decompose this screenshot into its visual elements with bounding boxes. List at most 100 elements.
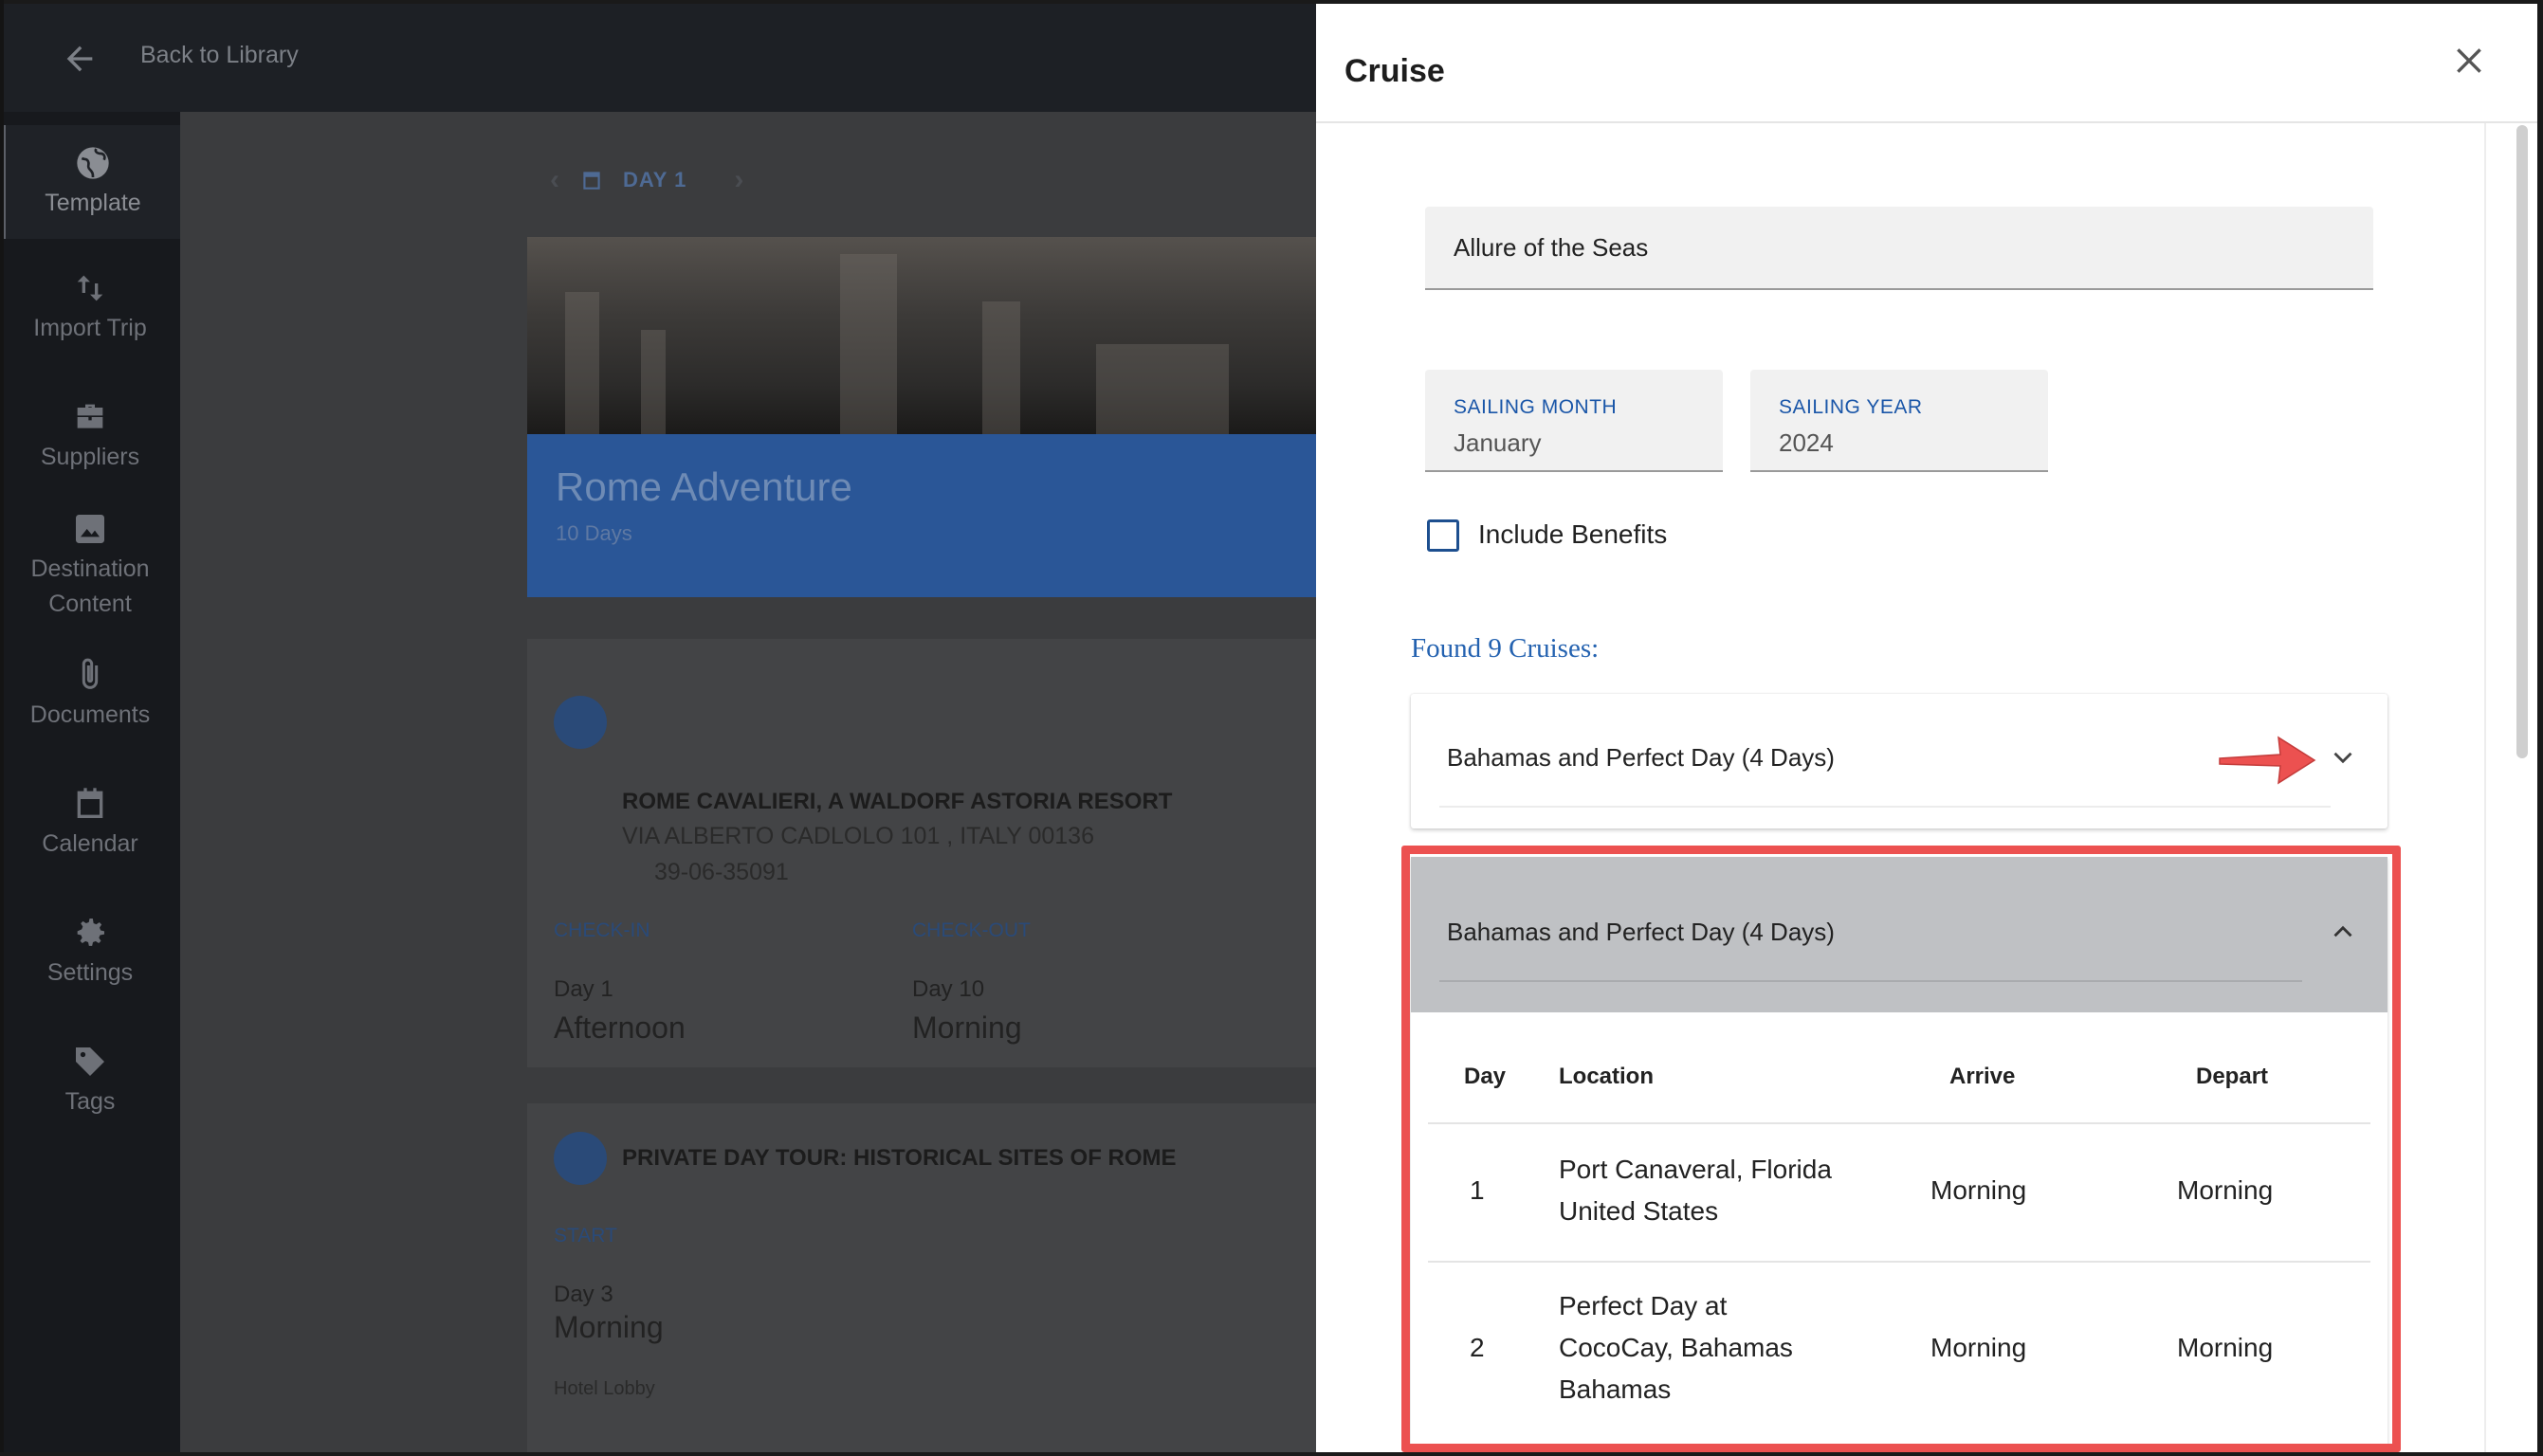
bed-icon	[554, 696, 607, 749]
top-bar: Back to Library	[0, 0, 1316, 112]
tour-name: PRIVATE DAY TOUR: HISTORICAL SITES OF RO…	[622, 1145, 1177, 1171]
column-header-arrive: Arrive	[1949, 1064, 2016, 1089]
sidebar-item-label: Import Trip	[33, 315, 147, 341]
window-edge	[2537, 0, 2543, 1456]
day-navigator: ‹ DAY 1 ›	[550, 161, 744, 199]
ship-name-value: Allure of the Seas	[1454, 233, 1649, 262]
column-header-location: Location	[1559, 1064, 1654, 1089]
sidebar: Template Import Trip Suppliers Destinati…	[0, 112, 180, 1456]
back-arrow-icon[interactable]	[61, 40, 99, 78]
briefcase-icon	[77, 404, 103, 428]
checkout-day: Day 10	[912, 976, 985, 1002]
close-icon[interactable]	[2450, 42, 2488, 80]
divider	[1439, 806, 2331, 808]
sidebar-item-label: Content	[48, 591, 132, 617]
chevron-up-icon[interactable]	[2327, 916, 2359, 948]
checkout-label: CHECK-OUT	[912, 919, 1031, 941]
cell-arrive: Morning	[1930, 1333, 2027, 1362]
sailing-year-select[interactable]: SAILING YEAR 2024	[1750, 370, 2048, 472]
column-header-depart: Depart	[2196, 1064, 2269, 1089]
tour-card[interactable]: PRIVATE DAY TOUR: HISTORICAL SITES OF RO…	[527, 1103, 1316, 1456]
day-label[interactable]: DAY 1	[623, 168, 686, 192]
trip-title: Rome Adventure	[556, 464, 852, 509]
sidebar-item-label: Calendar	[42, 830, 138, 857]
window-edge	[0, 1452, 2543, 1456]
table-divider	[1428, 1261, 2370, 1263]
sidebar-item-label: Settings	[46, 959, 134, 986]
column-header-day: Day	[1464, 1064, 1507, 1089]
calendar-icon	[583, 172, 600, 190]
start-day: Day 3	[554, 1282, 613, 1307]
cell-location: Bahamas	[1559, 1374, 1672, 1404]
cruise-accordion-collapsed[interactable]: Bahamas and Perfect Day (4 Days)	[1411, 694, 2387, 828]
import-arrows-icon	[77, 275, 103, 301]
paperclip-icon	[82, 658, 99, 689]
checkin-day: Day 1	[554, 976, 613, 1002]
scrollbar-thumb[interactable]	[2516, 125, 2528, 758]
cruise-drawer: Cruise Allure of the Seas SAILING MONTH …	[1316, 0, 2543, 1456]
chevron-right-icon[interactable]: ›	[734, 164, 744, 196]
cell-depart: Morning	[2177, 1333, 2274, 1362]
gear-icon	[77, 919, 104, 946]
drawer-title: Cruise	[1345, 53, 1445, 89]
include-benefits-label[interactable]: Include Benefits	[1478, 519, 1667, 550]
cruise-accordion-header[interactable]: Bahamas and Perfect Day (4 Days)	[1411, 857, 2387, 1012]
globe-icon	[554, 1132, 607, 1185]
sidebar-item-suppliers[interactable]: Suppliers	[0, 398, 180, 475]
sidebar-item-label: Destination	[30, 555, 150, 582]
checkin-label: CHECK-IN	[554, 919, 650, 941]
sailing-month-label: SAILING MONTH	[1454, 396, 1618, 418]
sidebar-item-documents[interactable]: Documents	[0, 656, 180, 733]
include-benefits-checkbox[interactable]	[1427, 519, 1459, 552]
hotel-address: VIA ALBERTO CADLOLO 101 , ITALY 00136	[622, 823, 1094, 849]
cruise-accordion-title: Bahamas and Perfect Day (4 Days)	[1447, 743, 1835, 772]
sidebar-item-label: Tags	[64, 1088, 116, 1115]
sidebar-item-label: Documents	[29, 701, 151, 728]
cell-day: 1	[1470, 1175, 1485, 1205]
table-divider	[1428, 1122, 2370, 1124]
cruise-accordion-expanded: Bahamas and Perfect Day (4 Days) Day Loc…	[1411, 857, 2387, 1456]
cell-location: CocoCay, Bahamas	[1559, 1333, 1793, 1362]
chevron-left-icon[interactable]: ‹	[550, 164, 560, 196]
sailing-year-label: SAILING YEAR	[1779, 396, 1923, 418]
chevron-down-icon[interactable]	[2327, 741, 2359, 774]
image-icon	[76, 515, 104, 543]
checkout-time: Morning	[912, 1010, 1022, 1045]
back-to-library-link[interactable]: Back to Library	[140, 42, 299, 69]
cruise-accordion-title: Bahamas and Perfect Day (4 Days)	[1447, 918, 1835, 946]
checkin-time: Afternoon	[554, 1010, 686, 1045]
trip-duration: 10 Days	[556, 521, 632, 545]
sidebar-item-import-trip[interactable]: Import Trip	[0, 269, 180, 346]
sailing-month-value: January	[1454, 428, 1542, 457]
divider	[1439, 980, 2302, 982]
sidebar-item-label: Template	[45, 190, 141, 216]
tour-location: Hotel Lobby	[554, 1378, 655, 1399]
cell-depart: Morning	[2177, 1175, 2274, 1205]
window-edge	[0, 0, 4, 1456]
start-time: Morning	[554, 1310, 664, 1344]
hotel-card[interactable]: ROME CAVALIERI, A WALDORF ASTORIA RESORT…	[527, 639, 1316, 1067]
sidebar-item-settings[interactable]: Settings	[0, 914, 180, 991]
cell-location: Perfect Day at	[1559, 1291, 1728, 1320]
itinerary-content: ‹ DAY 1 › Rome Adventure 10 Days ROME CA…	[180, 112, 1316, 1456]
sailing-year-value: 2024	[1779, 428, 1834, 457]
sailing-month-select[interactable]: SAILING MONTH January	[1425, 370, 1723, 472]
hotel-phone: 39-06-35091	[654, 859, 789, 885]
tag-icon	[76, 1047, 104, 1076]
sidebar-item-destination-content[interactable]: Destination Content	[0, 510, 180, 622]
ship-name-field[interactable]: Allure of the Seas	[1425, 207, 2373, 290]
sidebar-item-template[interactable]: Template	[0, 125, 180, 239]
window-edge	[0, 0, 2543, 4]
cell-day: 2	[1470, 1333, 1485, 1362]
cell-arrive: Morning	[1930, 1175, 2027, 1205]
sidebar-item-label: Suppliers	[40, 444, 140, 470]
sidebar-item-calendar[interactable]: Calendar	[0, 785, 180, 862]
sidebar-item-tags[interactable]: Tags	[0, 1043, 180, 1119]
hero-photo	[527, 237, 1316, 434]
found-cruises-count: Found 9 Cruises:	[1411, 633, 1600, 664]
start-label: START	[554, 1225, 617, 1247]
trip-hero-card[interactable]: Rome Adventure 10 Days	[527, 237, 1316, 597]
globe-icon	[77, 147, 109, 179]
drawer-header: Cruise	[1316, 0, 2543, 123]
hotel-name: ROME CAVALIERI, A WALDORF ASTORIA RESORT	[622, 789, 1173, 814]
